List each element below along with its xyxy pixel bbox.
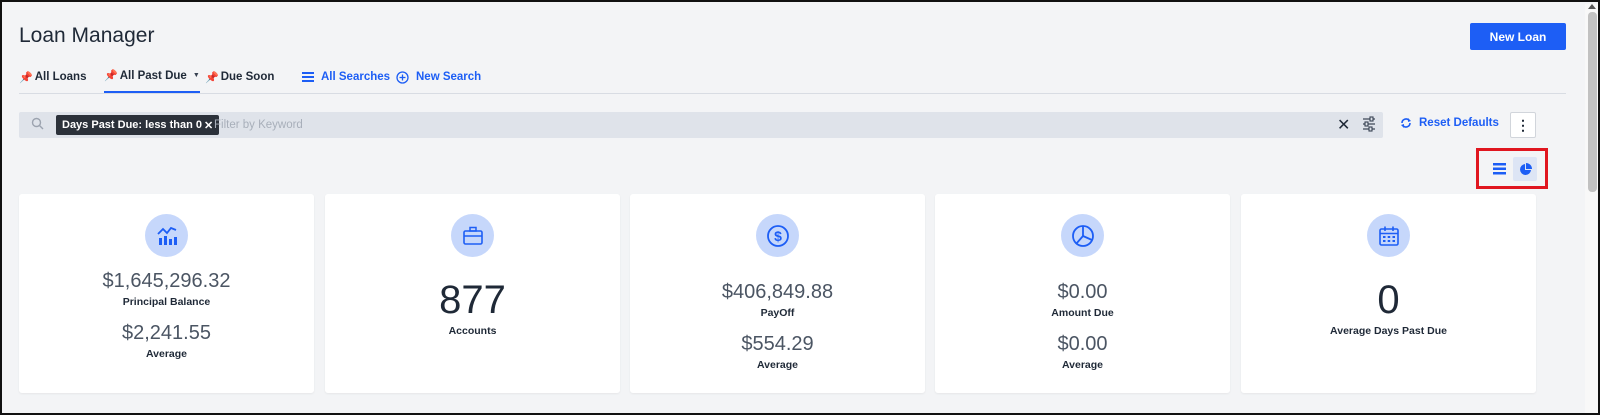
metric-value: $2,241.55 (122, 322, 211, 344)
amount-due-card: $0.00 Amount Due $0.00 Average (935, 194, 1230, 393)
app-window: Loan Manager New Loan 📌 All Loans 📌 All … (0, 0, 1600, 415)
metric-value: $406,849.88 (721, 281, 834, 303)
new-loan-button[interactable]: New Loan (1470, 23, 1566, 50)
payoff-metric: $406,849.88 PayOff (630, 280, 925, 319)
principal-average-metric: $2,241.55 Average (19, 321, 314, 360)
accounts-metric: 877 Accounts (325, 278, 620, 337)
pin-icon: 📌 (19, 71, 33, 84)
list-view-icon (1492, 163, 1506, 175)
tab-label: Due Soon (220, 71, 275, 83)
chart-view-button[interactable] (1513, 157, 1537, 181)
reset-defaults-button[interactable]: Reset Defaults (1400, 117, 1499, 129)
saved-search-tabs: 📌 All Loans 📌 All Past Due ▼ 📌 Due Soon … (19, 62, 1566, 94)
plus-circle-icon (396, 70, 409, 84)
tab-due-soon[interactable]: 📌 Due Soon (205, 66, 274, 88)
metric-label: Average (1061, 359, 1104, 371)
filter-chip-label: Days Past Due: less than 0 (62, 119, 203, 131)
metric-value: 877 (439, 278, 506, 322)
dollar-circle-icon: $ (756, 214, 799, 257)
vertical-scrollbar[interactable] (1585, 4, 1598, 413)
metric-label: Accounts (448, 325, 497, 337)
pie-chart-icon (1519, 162, 1532, 175)
payoff-card: $ $406,849.88 PayOff $554.29 Average (630, 194, 925, 393)
clear-filter-icon[interactable]: ✕ (1337, 115, 1350, 135)
payoff-average-metric: $554.29 Average (630, 332, 925, 371)
new-search-label: New Search (416, 71, 482, 83)
metric-label: Principal Balance (122, 296, 211, 308)
principal-balance-card: $1,645,296.32 Principal Balance $2,241.5… (19, 194, 314, 393)
more-options-button[interactable]: ⋮ (1510, 112, 1536, 138)
new-search-link[interactable]: New Search (396, 66, 481, 88)
amount-due-average-metric: $0.00 Average (935, 332, 1230, 371)
filter-bar: Days Past Due: less than 0 ✕ ✕ (19, 112, 1383, 138)
pin-icon: 📌 (104, 70, 118, 82)
tab-label: All Loans (34, 71, 87, 83)
filter-settings-icon[interactable] (1362, 116, 1376, 132)
svg-text:$: $ (774, 228, 782, 244)
pie-chart-icon (1061, 214, 1104, 257)
metric-label: Average Days Past Due (1330, 325, 1447, 337)
all-searches-link[interactable]: All Searches (302, 66, 390, 88)
filter-chip[interactable]: Days Past Due: less than 0 ✕ (56, 115, 220, 135)
tab-label: All Past Due (119, 69, 187, 82)
scrollbar-thumb[interactable] (1588, 12, 1597, 192)
list-view-button[interactable] (1487, 157, 1511, 181)
tab-all-past-due[interactable]: 📌 All Past Due ▼ (104, 66, 200, 93)
chart-line-icon (145, 214, 188, 257)
scroll-up-arrow-icon[interactable] (1588, 4, 1596, 9)
metric-value: $554.29 (741, 333, 814, 355)
amount-due-metric: $0.00 Amount Due (935, 280, 1230, 319)
page-title: Loan Manager (19, 24, 155, 47)
list-icon (302, 72, 314, 82)
metric-label: PayOff (760, 307, 795, 319)
metric-label: Average (145, 348, 188, 360)
tab-all-loans[interactable]: 📌 All Loans (19, 66, 86, 88)
metric-value: $0.00 (1057, 333, 1108, 355)
reset-defaults-label: Reset Defaults (1419, 117, 1499, 129)
metric-value: $1,645,296.32 (102, 270, 231, 292)
principal-balance-metric: $1,645,296.32 Principal Balance (19, 269, 314, 308)
keyword-filter-input[interactable] (214, 116, 1314, 134)
metric-label: Average (756, 359, 799, 371)
summary-cards: $1,645,296.32 Principal Balance $2,241.5… (19, 194, 1537, 393)
close-icon[interactable]: ✕ (204, 119, 213, 132)
metric-value: $0.00 (1057, 281, 1108, 303)
caret-down-icon[interactable]: ▼ (193, 72, 200, 79)
days-past-due-card: 0 Average Days Past Due (1241, 194, 1536, 393)
search-icon (31, 117, 44, 130)
accounts-card: 877 Accounts (325, 194, 620, 393)
refresh-icon (1401, 118, 1411, 128)
all-searches-label: All Searches (321, 71, 391, 83)
briefcase-icon (451, 214, 494, 257)
metric-value: 0 (1377, 278, 1400, 322)
view-toggle-highlight (1476, 148, 1548, 189)
pin-icon: 📌 (205, 71, 219, 84)
calendar-icon (1367, 214, 1410, 257)
metric-label: Amount Due (1051, 307, 1114, 319)
average-days-past-due-metric: 0 Average Days Past Due (1241, 278, 1536, 337)
